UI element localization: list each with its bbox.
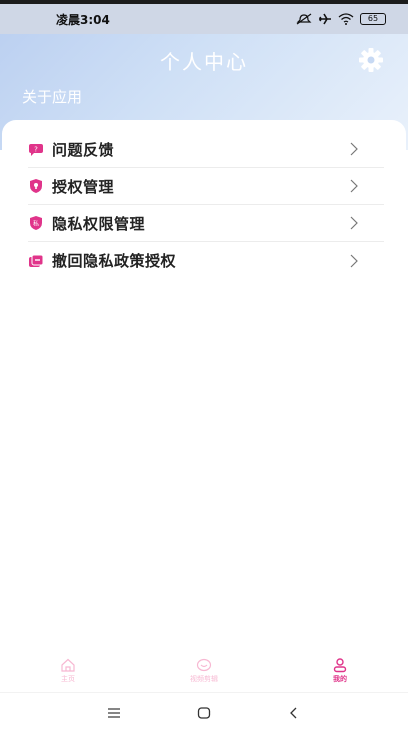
screen: 凌晨3:04 65 个人中心 关于应用 ? 问题反馈 授权管理 私 隐私权限管理… bbox=[0, 0, 408, 732]
menu-item-privacy[interactable]: 私 隐私权限管理 bbox=[28, 205, 384, 242]
mute-icon bbox=[296, 13, 312, 25]
menu-item-authorization[interactable]: 授权管理 bbox=[28, 168, 384, 205]
chevron-right-icon bbox=[350, 179, 358, 193]
menu-item-feedback[interactable]: ? 问题反馈 bbox=[28, 131, 384, 168]
wifi-icon bbox=[338, 13, 354, 25]
battery-icon: 65 bbox=[360, 13, 386, 25]
profile-icon bbox=[333, 658, 347, 673]
menu-item-label: 撤回隐私政策授权 bbox=[52, 252, 177, 270]
chevron-right-icon bbox=[350, 254, 358, 267]
menu-icon bbox=[108, 708, 120, 718]
revoke-icon bbox=[28, 253, 44, 269]
menu-item-revoke[interactable]: 撤回隐私政策授权 bbox=[28, 242, 384, 279]
system-nav-bar bbox=[0, 692, 408, 732]
chevron-right-icon bbox=[350, 216, 358, 230]
status-time: 凌晨3:04 bbox=[56, 12, 110, 27]
chevron-right-icon bbox=[350, 142, 358, 156]
square-icon bbox=[197, 707, 211, 719]
airplane-icon bbox=[319, 13, 331, 25]
privacy-icon: 私 bbox=[28, 215, 44, 231]
about-app-label[interactable]: 关于应用 bbox=[22, 86, 82, 107]
svg-text:?: ? bbox=[34, 146, 38, 154]
menu-item-label: 授权管理 bbox=[52, 177, 115, 196]
back-nav-button[interactable] bbox=[249, 706, 339, 720]
home-nav-button[interactable] bbox=[159, 707, 249, 719]
settings-menu: ? 问题反馈 授权管理 私 隐私权限管理 撤回隐私政策授权 bbox=[28, 131, 384, 279]
gear-icon[interactable] bbox=[357, 46, 385, 74]
menu-nav-button[interactable] bbox=[69, 707, 159, 719]
tab-home[interactable]: 主页 bbox=[0, 652, 136, 692]
menu-item-label: 隐私权限管理 bbox=[52, 214, 146, 233]
tab-label: 视频剪辑 bbox=[190, 675, 218, 683]
authorization-icon bbox=[28, 178, 44, 194]
status-icons: 65 bbox=[296, 13, 386, 25]
video-edit-icon bbox=[196, 658, 212, 672]
tab-profile[interactable]: 我的 bbox=[272, 652, 408, 692]
home-icon bbox=[61, 658, 75, 672]
status-bar: 凌晨3:04 65 bbox=[0, 4, 408, 34]
tab-video-edit[interactable]: 视频剪辑 bbox=[136, 652, 272, 692]
menu-item-label: 问题反馈 bbox=[52, 140, 115, 159]
bottom-tab-bar: 主页 视频剪辑 我的 bbox=[0, 652, 408, 692]
feedback-icon: ? bbox=[28, 141, 44, 157]
page-title: 个人中心 bbox=[160, 50, 248, 74]
tab-label: 我的 bbox=[333, 675, 347, 683]
svg-text:私: 私 bbox=[33, 220, 39, 228]
back-icon bbox=[290, 707, 297, 719]
tab-label: 主页 bbox=[61, 675, 75, 683]
